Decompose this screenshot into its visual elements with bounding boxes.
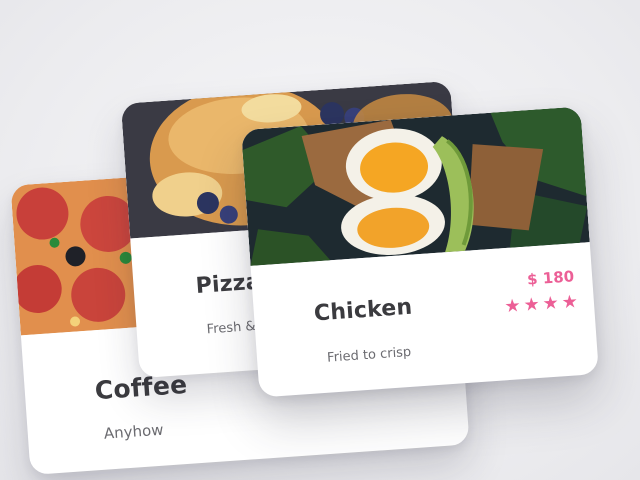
card-subtitle: Anyhow [103,420,165,443]
card-subtitle: Fried to crisp [326,344,412,366]
price-label: $ 180 [526,267,575,289]
card-image-egg-avocado-toast-photo [241,106,590,266]
card-title: Chicken [313,294,414,327]
card-stack-stage: Coffee Anyhow Pizza Fresh & sw Chicken F… [0,0,640,480]
star-icon: ★ [522,293,541,316]
food-card-chicken[interactable]: Chicken Fried to crisp $ 180 ★ ★ ★ ★ [241,106,599,398]
star-icon: ★ [561,291,579,314]
star-rating: ★ ★ ★ ★ [503,291,579,318]
star-icon: ★ [503,295,522,318]
star-icon: ★ [541,292,560,315]
